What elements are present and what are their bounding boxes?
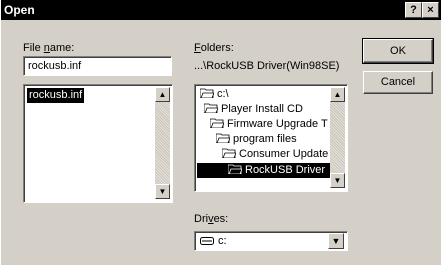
folder-item-label: Consumer Update xyxy=(239,148,329,160)
file-list[interactable]: rockusb.inf ▲ ▼ xyxy=(23,84,173,203)
folder-item-selected[interactable]: RockUSB Driver xyxy=(197,163,331,178)
folder-tree-scrollbar[interactable]: ▲ ▼ xyxy=(330,87,345,188)
open-dialog: Open ? × File name: rockusb.inf rockusb.… xyxy=(0,0,441,265)
folder-item[interactable]: Firmware Upgrade T xyxy=(210,117,328,132)
drives-value: c: xyxy=(218,235,227,247)
folder-item[interactable]: program files xyxy=(216,132,297,147)
file-name-label-prefix: File xyxy=(23,42,44,54)
drives-label: Drives: xyxy=(194,213,228,225)
drives-select[interactable]: c: ▼ xyxy=(194,231,348,251)
drives-label-prefix: Dri xyxy=(194,213,209,225)
folder-item-label: RockUSB Driver xyxy=(245,164,326,176)
folder-item-label: c:\ xyxy=(217,88,229,100)
folder-item-label: Player Install CD xyxy=(221,103,303,115)
current-folder-path: ...\RockUSB Driver(Win98SE) xyxy=(194,60,340,72)
file-list-item[interactable]: rockusb.inf xyxy=(27,88,85,103)
folder-open-icon xyxy=(216,133,230,143)
ok-button[interactable]: OK xyxy=(362,38,434,64)
folder-item[interactable]: Player Install CD xyxy=(204,102,303,117)
folder-item-root[interactable]: c:\ xyxy=(200,87,229,102)
file-name-label-suffix: ame: xyxy=(49,42,75,54)
file-name-value: rockusb.inf xyxy=(28,60,82,72)
title-bar: Open ? × xyxy=(1,0,441,20)
scroll-down-icon[interactable]: ▼ xyxy=(330,173,345,188)
dialog-title: Open xyxy=(4,3,35,17)
folder-open-icon xyxy=(210,118,224,128)
folder-open-icon xyxy=(228,164,242,174)
folder-open-icon xyxy=(222,148,236,158)
folders-label-accel: F xyxy=(194,42,201,54)
chevron-down-icon[interactable]: ▼ xyxy=(328,233,344,249)
cancel-button[interactable]: Cancel xyxy=(363,71,433,94)
scroll-down-icon[interactable]: ▼ xyxy=(155,184,170,199)
folders-label: Folders: xyxy=(194,42,234,54)
scroll-up-icon[interactable]: ▲ xyxy=(155,87,170,102)
close-button[interactable]: × xyxy=(422,2,439,18)
scroll-up-icon[interactable]: ▲ xyxy=(330,87,345,102)
folder-open-icon xyxy=(200,88,214,98)
drives-label-suffix: es: xyxy=(213,213,229,225)
file-name-label: File name: xyxy=(23,42,74,54)
file-list-scrollbar[interactable]: ▲ ▼ xyxy=(155,87,170,199)
folder-tree[interactable]: c:\ Player Install CD Firmware Upgrade T… xyxy=(194,84,348,192)
hard-drive-icon xyxy=(200,237,214,245)
help-button[interactable]: ? xyxy=(405,2,422,18)
folders-label-suffix: olders: xyxy=(200,42,234,54)
folder-open-icon xyxy=(204,103,218,113)
folder-item-label: Firmware Upgrade T xyxy=(227,118,328,130)
folder-item-label: program files xyxy=(233,133,297,145)
folder-item[interactable]: Consumer Update xyxy=(222,147,328,162)
file-name-input[interactable]: rockusb.inf xyxy=(23,56,172,76)
